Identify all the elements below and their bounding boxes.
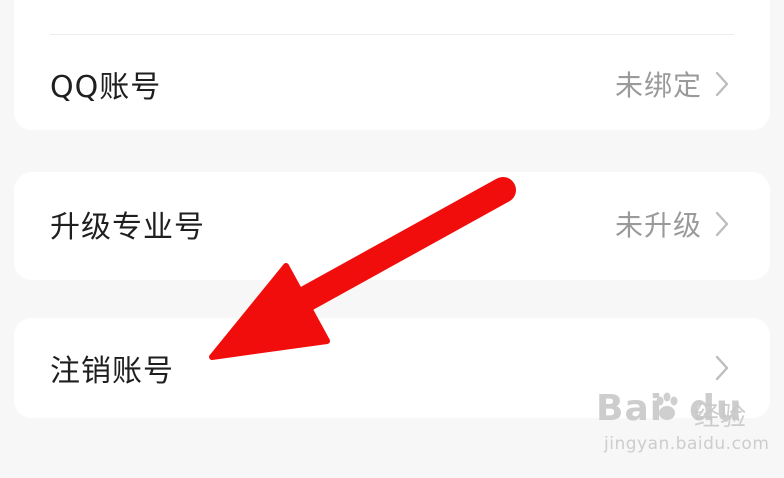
watermark-url: jingyan.baidu.com <box>604 434 770 454</box>
paw-icon <box>656 392 678 420</box>
baidu-jingyan-watermark: Bai du 经验 jingyan.baidu.com <box>596 388 769 466</box>
watermark-brand-cn: 经验 <box>693 402 746 432</box>
